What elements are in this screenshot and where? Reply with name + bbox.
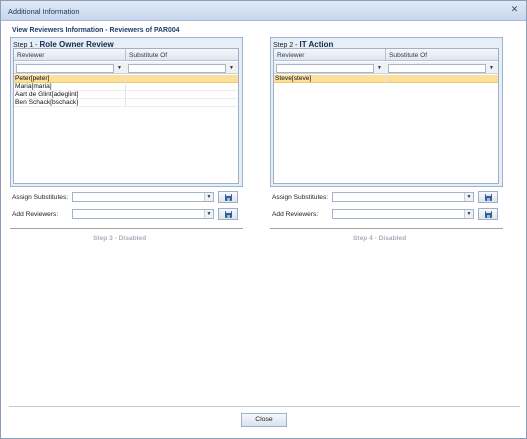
table-row[interactable]: Ben Schack[bschack] [14,99,238,107]
assign-substitutes-save-button[interactable] [478,191,498,203]
reviewer-cell: Steve[steve] [275,75,312,82]
chevron-down-icon[interactable]: ▼ [464,193,473,201]
add-reviewers-label: Add Reviewers: [272,211,319,218]
step-2-reviewers-grid: Reviewer Substitute Of ▼ ▼ Steve[steve] [273,48,499,184]
reviewers-info-heading: View Reviewers Information - Reviewers o… [12,27,180,34]
step-3-disabled-label: Step 3 - Disabled [93,235,147,242]
filter-row: ▼ ▼ [274,62,498,74]
assign-substitutes-label: Assign Substitutes: [12,194,69,201]
substitute-filter-icon[interactable]: ▼ [227,64,236,73]
substitute-filter-input[interactable] [128,64,226,73]
cell-divider [125,91,126,99]
substitute-filter-input[interactable] [388,64,486,73]
reviewer-filter-input[interactable] [276,64,374,73]
assign-substitutes-label: Assign Substitutes: [272,194,329,201]
save-icon [225,211,232,218]
column-header-reviewer[interactable]: Reviewer [277,52,304,59]
table-row[interactable]: Maria[maria] [14,83,238,91]
save-icon [485,194,492,201]
add-reviewers-combo[interactable]: ▼ [72,209,214,219]
add-reviewers-save-button[interactable] [218,208,238,220]
cell-divider [385,75,386,83]
step-1-reviewers-grid: Reviewer Substitute Of ▼ ▼ Peter[peter] … [13,48,239,184]
reviewer-filter-icon[interactable]: ▼ [115,64,124,73]
step-2-rows: Steve[steve] [274,75,498,83]
grid-header: Reviewer Substitute Of [274,49,498,61]
chevron-down-icon[interactable]: ▼ [204,193,213,201]
reviewer-cell: Maria[maria] [15,83,52,90]
column-header-substitute-of[interactable]: Substitute Of [129,52,167,59]
title-bar: Additional Information ✕ [1,1,526,21]
step-separator [270,228,503,229]
table-row[interactable]: Steve[steve] [274,75,498,83]
step-1-panel: Step 1 - Role Owner Review Reviewer Subs… [10,37,243,187]
chevron-down-icon[interactable]: ▼ [464,210,473,218]
assign-substitutes-save-button[interactable] [218,191,238,203]
reviewer-filter-input[interactable] [16,64,114,73]
close-icon[interactable]: ✕ [509,5,520,16]
add-reviewers-label: Add Reviewers: [12,211,59,218]
reviewer-filter-icon[interactable]: ▼ [375,64,384,73]
table-row[interactable]: Peter[peter] [14,75,238,83]
footer-divider [9,406,520,407]
assign-substitutes-combo[interactable]: ▼ [332,192,474,202]
reviewer-cell: Ben Schack[bschack] [15,99,79,106]
table-row[interactable]: Aart de Glint[adeglint] [14,91,238,99]
save-icon [485,211,492,218]
grid-header: Reviewer Substitute Of [14,49,238,61]
column-header-substitute-of[interactable]: Substitute Of [389,52,427,59]
chevron-down-icon[interactable]: ▼ [204,210,213,218]
column-header-reviewer[interactable]: Reviewer [17,52,44,59]
add-reviewers-combo[interactable]: ▼ [332,209,474,219]
save-icon [225,194,232,201]
reviewer-cell: Peter[peter] [15,75,50,82]
filter-row: ▼ ▼ [14,62,238,74]
window-title: Additional Information [8,7,80,16]
close-button[interactable]: Close [241,413,287,427]
additional-information-dialog: Additional Information ✕ View Reviewers … [0,0,527,439]
cell-divider [125,83,126,91]
step-4-disabled-label: Step 4 - Disabled [353,235,407,242]
column-divider[interactable] [125,49,126,61]
add-reviewers-save-button[interactable] [478,208,498,220]
cell-divider [125,99,126,107]
step-2-panel: Step 2 - IT Action Reviewer Substitute O… [270,37,503,187]
substitute-filter-icon[interactable]: ▼ [487,64,496,73]
step-separator [10,228,243,229]
reviewer-cell: Aart de Glint[adeglint] [15,91,79,98]
step-1-rows: Peter[peter] Maria[maria] Aart de Glint[… [14,75,238,107]
assign-substitutes-combo[interactable]: ▼ [72,192,214,202]
cell-divider [125,75,126,83]
column-divider[interactable] [385,49,386,61]
